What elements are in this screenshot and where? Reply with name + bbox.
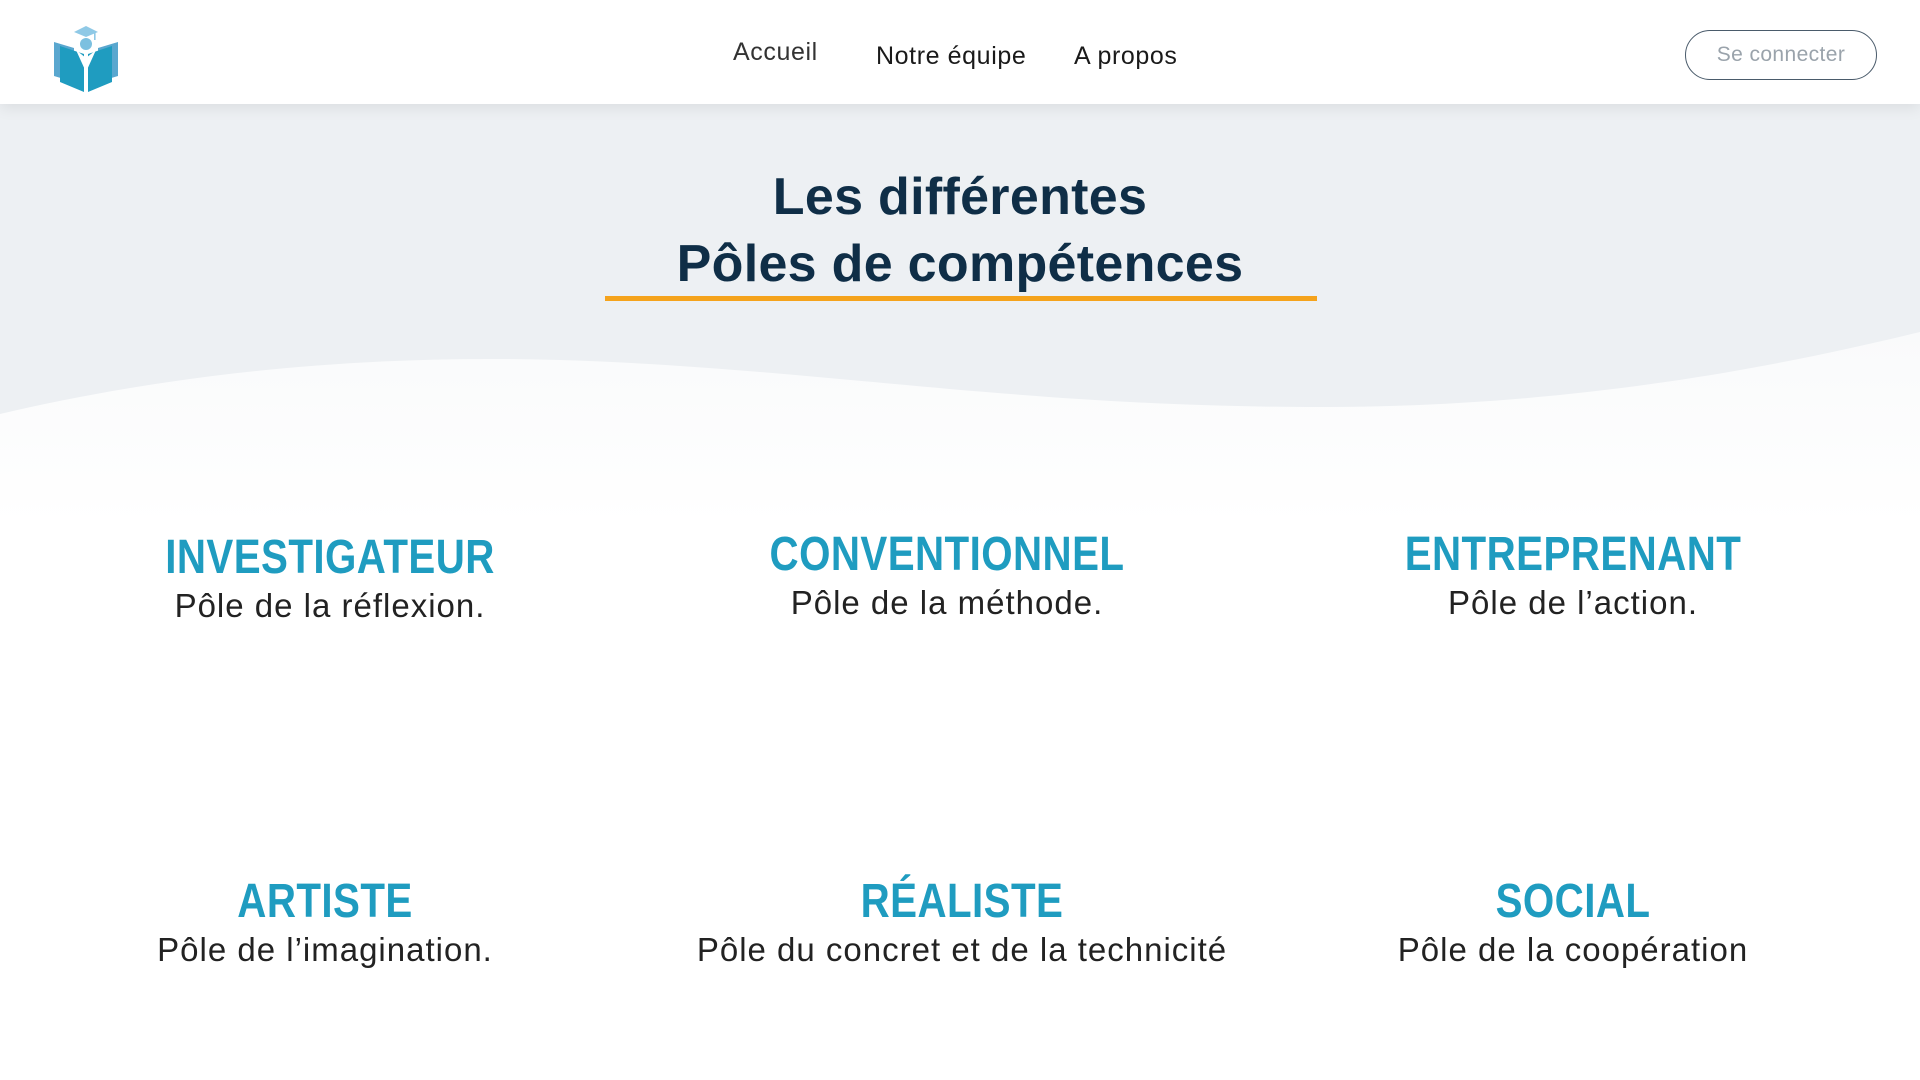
pole-description: Pôle du concret et de la technicité bbox=[696, 931, 1228, 968]
pole-description: Pôle de l’imagination. bbox=[157, 931, 493, 968]
pole-name: RÉALISTE bbox=[860, 875, 1064, 928]
pole-card-conventionnel: CONVENTIONNEL Pôle de la méthode. bbox=[627, 527, 1267, 623]
pole-description: Pôle de l’action. bbox=[1448, 584, 1698, 621]
nav-link-notre-equipe[interactable]: Notre équipe bbox=[876, 42, 1026, 71]
pole-name: ENTREPRENANT bbox=[1404, 528, 1742, 581]
pole-card-artiste: ARTISTE Pôle de l’imagination. bbox=[5, 874, 645, 970]
login-button[interactable]: Se connecter bbox=[1685, 30, 1877, 80]
pole-card-investigateur: INVESTIGATEUR Pôle de la réflexion. bbox=[10, 530, 650, 626]
pole-card-realiste: RÉALISTE Pôle du concret et de la techni… bbox=[642, 874, 1282, 970]
section-title-line-2: Pôles de compétences bbox=[676, 235, 1244, 293]
title-underline bbox=[605, 296, 1317, 301]
pole-card-social: SOCIAL Pôle de la coopération bbox=[1253, 874, 1893, 970]
pole-name: ARTISTE bbox=[237, 875, 413, 928]
pole-name: CONVENTIONNEL bbox=[769, 528, 1125, 581]
pole-description: Pôle de la méthode. bbox=[790, 584, 1104, 621]
pole-name: SOCIAL bbox=[1495, 875, 1651, 928]
pole-name: INVESTIGATEUR bbox=[165, 531, 495, 584]
pole-description: Pôle de la réflexion. bbox=[174, 587, 486, 624]
navbar: Accueil Notre équipe A propos Se connect… bbox=[0, 0, 1920, 104]
nav-link-a-propos[interactable]: A propos bbox=[1074, 42, 1177, 71]
book-graduate-logo-icon[interactable] bbox=[50, 20, 122, 92]
pole-card-entreprenant: ENTREPRENANT Pôle de l’action. bbox=[1253, 527, 1893, 623]
pole-description: Pôle de la coopération bbox=[1397, 931, 1749, 968]
section-title: Les différentes Pôles de compétences bbox=[560, 164, 1360, 298]
section-title-line-1: Les différentes bbox=[772, 168, 1148, 226]
nav-link-accueil[interactable]: Accueil bbox=[733, 38, 818, 67]
